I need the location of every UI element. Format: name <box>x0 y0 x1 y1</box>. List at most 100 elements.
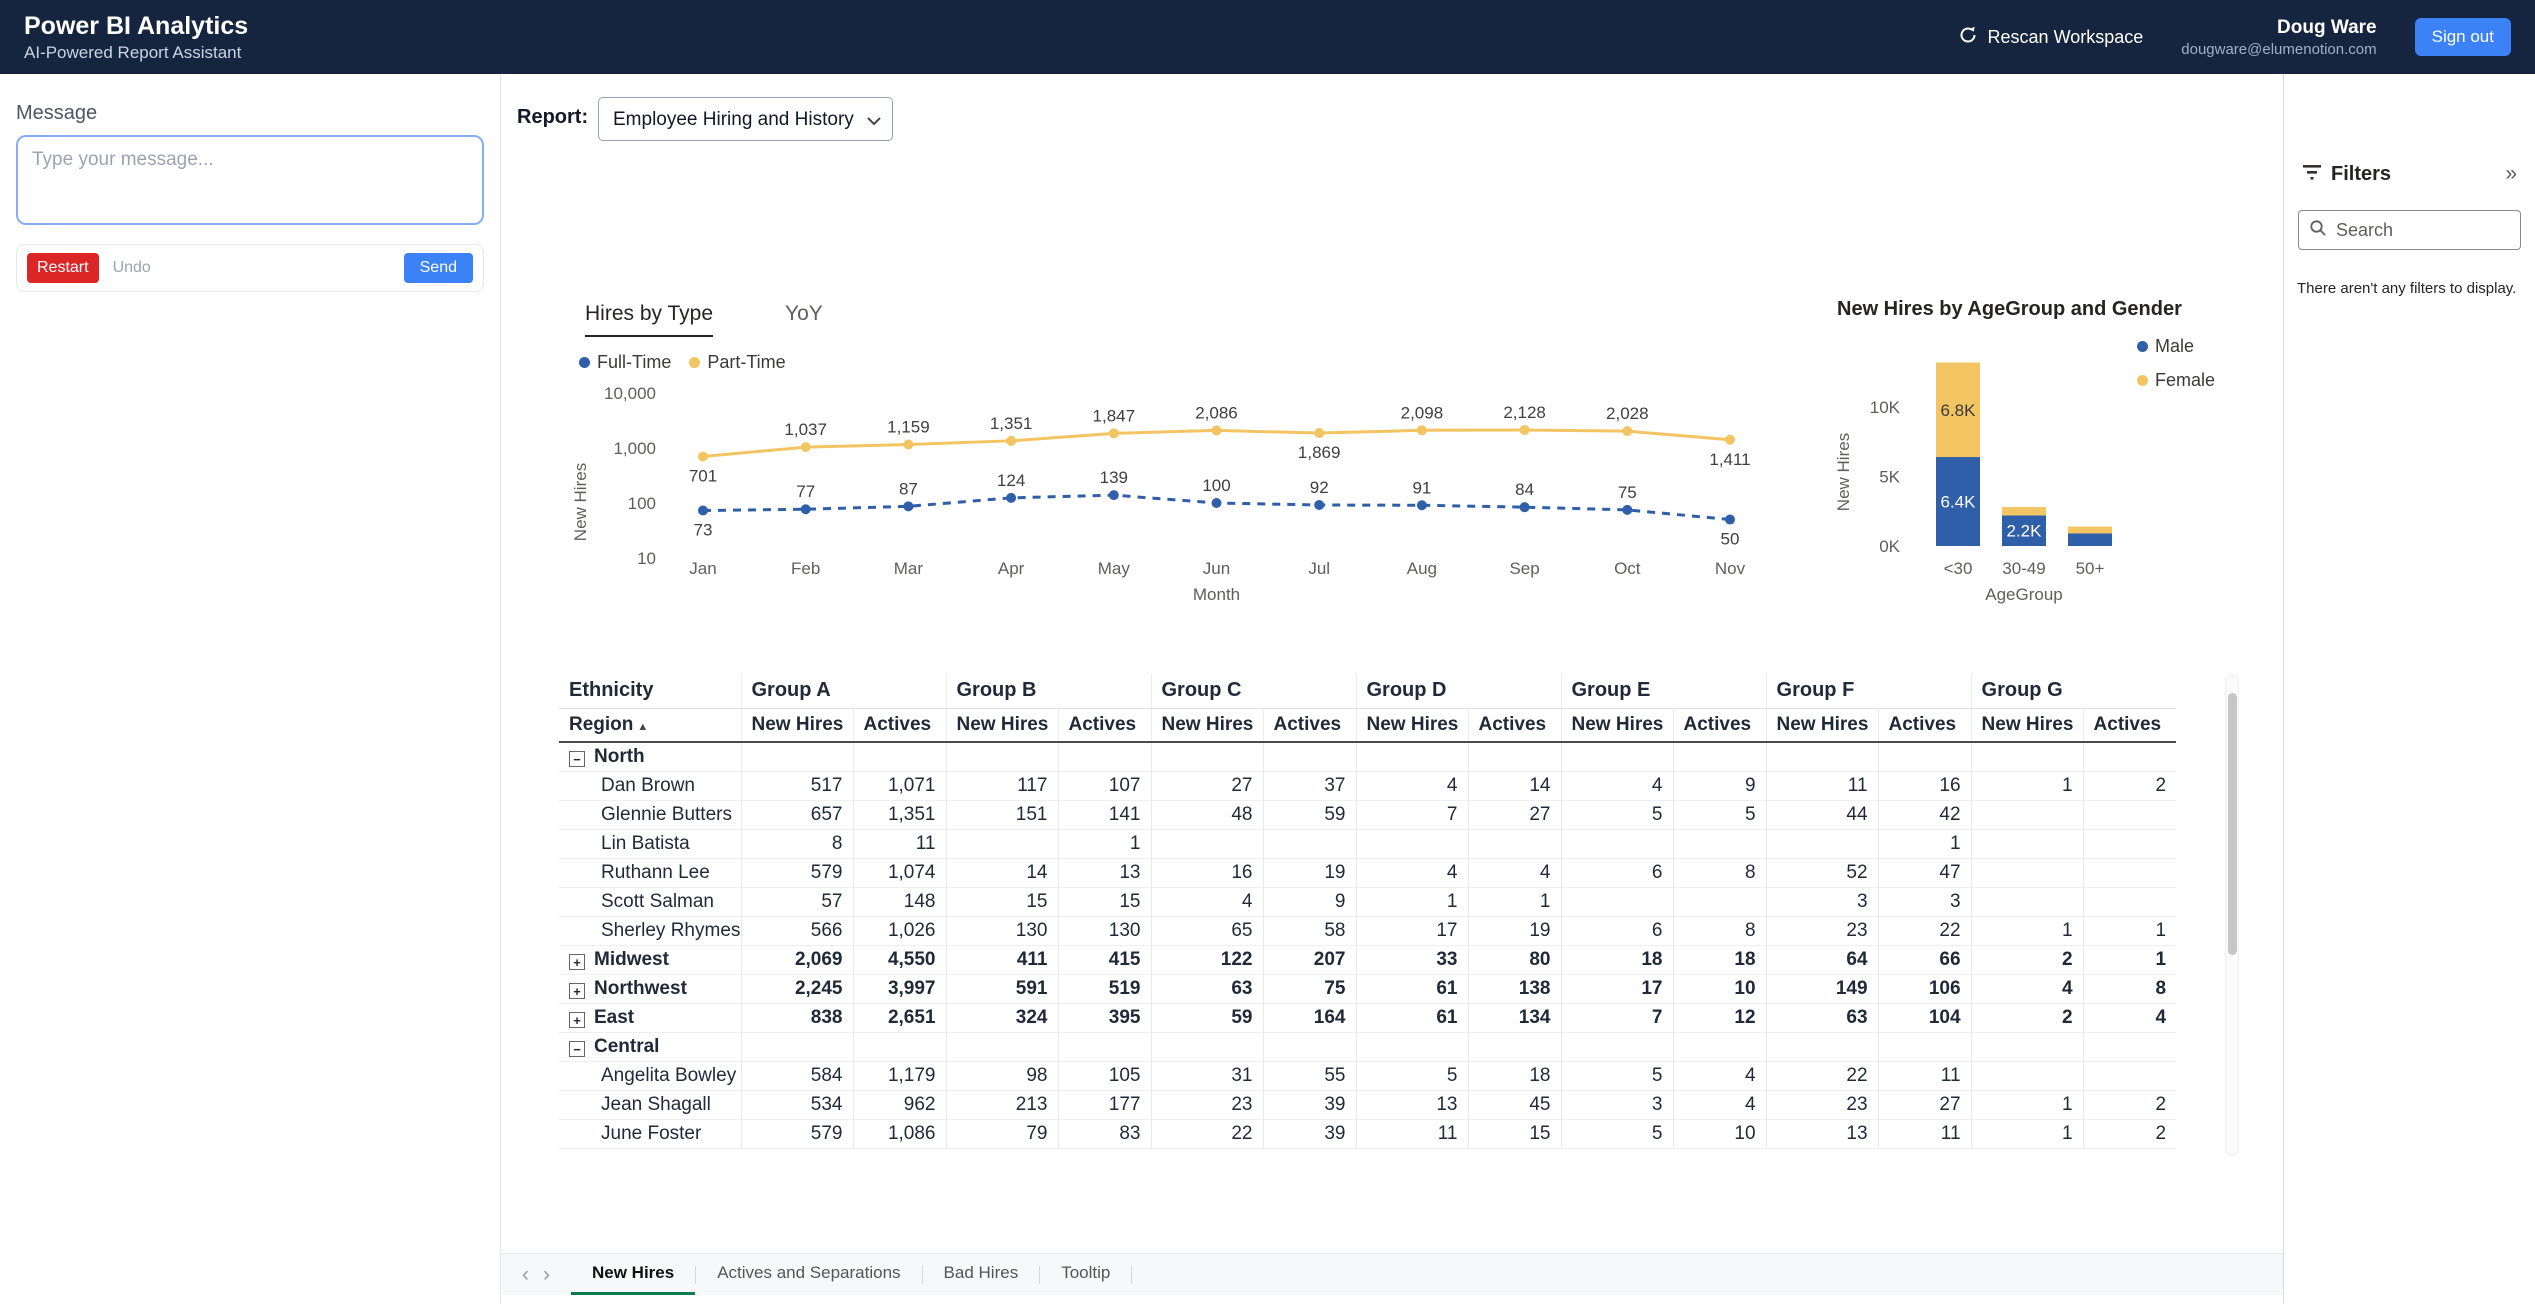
page-tab-new-hires[interactable]: New Hires <box>571 1254 695 1295</box>
data-label: 1,159 <box>887 417 930 436</box>
undo-button[interactable]: Undo <box>113 259 151 277</box>
table-cell: 75 <box>1263 974 1356 1003</box>
page-tab-tooltip[interactable]: Tooltip <box>1040 1254 1131 1295</box>
collapse-icon[interactable]: − <box>569 1041 585 1057</box>
data-point <box>903 439 913 449</box>
filters-collapse-icon[interactable]: » <box>2505 162 2517 186</box>
table-cell: 44 <box>1766 800 1878 829</box>
table-cell: 1 <box>1878 829 1971 858</box>
table-cell: 1 <box>2083 916 2176 945</box>
view-tab-yoy[interactable]: YoY <box>785 302 823 337</box>
table-cell: 10 <box>1673 974 1766 1003</box>
sort-ascending-icon: ▲ <box>637 721 648 733</box>
data-label: 2,086 <box>1195 403 1238 422</box>
table-cell: 2,651 <box>853 1003 946 1032</box>
row-label-dan-brown: Dan Brown <box>559 771 741 800</box>
table-cell: 6 <box>1561 916 1673 945</box>
legend-dot-icon <box>689 357 700 368</box>
table-cell: 4 <box>1468 858 1561 887</box>
table-scrollbar[interactable] <box>2225 674 2239 1156</box>
x-axis-tick-label: Jan <box>689 559 716 578</box>
table-cell <box>2083 800 2176 829</box>
data-label: 139 <box>1100 468 1128 487</box>
table-cell: 962 <box>853 1090 946 1119</box>
table-cell: 130 <box>1058 916 1151 945</box>
collapse-icon[interactable]: − <box>569 751 585 767</box>
table-cell: 17 <box>1561 974 1673 1003</box>
table-cell: 1,074 <box>853 858 946 887</box>
user-email: dougware@elumenotion.com <box>2181 41 2376 58</box>
table-cell <box>1151 1032 1263 1061</box>
table-row-sherley-rhymes: Sherley Rhymes5661,026130130655817196823… <box>559 916 2176 945</box>
table-cell: 411 <box>946 945 1058 974</box>
column-header-group-c: Group C <box>1151 674 1356 708</box>
value-header-group-a-new-hires: New Hires <box>741 708 853 742</box>
page-tab-bad-hires[interactable]: Bad Hires <box>923 1254 1040 1295</box>
page-tab-actives-and-separations[interactable]: Actives and Separations <box>696 1254 921 1295</box>
new-hires-by-agegroup-chart: 0K5K10KNew Hires<3030-4950+AgeGroup6.4K6… <box>1821 342 2281 612</box>
restart-button[interactable]: Restart <box>27 253 99 283</box>
table-cell <box>1971 1032 2083 1061</box>
table-cell: 1 <box>1468 887 1561 916</box>
rescan-workspace-button[interactable]: Rescan Workspace <box>1958 25 2144 50</box>
table-cell: 13 <box>1356 1090 1468 1119</box>
table-scrollbar-thumb[interactable] <box>2228 693 2237 955</box>
filters-search-input[interactable] <box>2336 220 2510 241</box>
table-cell: 80 <box>1468 945 1561 974</box>
expand-icon[interactable]: + <box>569 1012 585 1028</box>
table-cell: 8 <box>741 829 853 858</box>
table-cell <box>1878 742 1971 771</box>
table-cell: 1 <box>1971 1119 2083 1148</box>
data-label: 1,869 <box>1298 443 1341 462</box>
table-cell <box>2083 1061 2176 1090</box>
table-cell: 130 <box>946 916 1058 945</box>
message-actions: Restart Undo Send <box>16 244 484 292</box>
table-cell: 4 <box>1356 858 1468 887</box>
bar-segment-label: 6.8K <box>1941 401 1977 420</box>
expand-icon[interactable]: + <box>569 983 585 999</box>
report-select[interactable]: Employee Hiring and History <box>598 97 893 141</box>
filters-panel: Filters » There aren't any filters to di… <box>2283 74 2535 1304</box>
pages-prev-icon[interactable]: ‹ <box>515 1263 536 1287</box>
table-cell: 11 <box>1356 1119 1468 1148</box>
pages-next-icon[interactable]: › <box>536 1263 557 1287</box>
data-label: 1,847 <box>1093 406 1136 425</box>
table-cell: 2,245 <box>741 974 853 1003</box>
table-cell <box>1971 829 2083 858</box>
view-tab-hires-by-type[interactable]: Hires by Type <box>585 302 713 337</box>
table-cell: 27 <box>1151 771 1263 800</box>
send-button[interactable]: Send <box>404 253 473 283</box>
table-cell: 105 <box>1058 1061 1151 1090</box>
table-cell: 2 <box>2083 1090 2176 1119</box>
bar-segment-label: 6.4K <box>1941 493 1977 512</box>
table-cell: 11 <box>1878 1119 1971 1148</box>
table-cell <box>2083 858 2176 887</box>
data-point <box>1520 502 1530 512</box>
data-label: 2,098 <box>1401 403 1444 422</box>
table-cell <box>1971 800 2083 829</box>
table-cell: 141 <box>1058 800 1151 829</box>
value-header-group-b-actives: Actives <box>1058 708 1151 742</box>
table-cell <box>1971 742 2083 771</box>
data-point <box>1109 490 1119 500</box>
row-label-sherley-rhymes: Sherley Rhymes <box>559 916 741 945</box>
row-label-jean-shagall: Jean Shagall <box>559 1090 741 1119</box>
value-header-group-e-new-hires: New Hires <box>1561 708 1673 742</box>
table-cell: 57 <box>741 887 853 916</box>
table-cell <box>946 742 1058 771</box>
table-cell <box>1468 1032 1561 1061</box>
message-input[interactable] <box>16 135 484 225</box>
user-block: Doug Ware dougware@elumenotion.com <box>2181 17 2376 58</box>
value-header-group-b-new-hires: New Hires <box>946 708 1058 742</box>
report-label: Report: <box>517 106 588 129</box>
x-axis-title: AgeGroup <box>1985 585 2063 604</box>
table-cell <box>1561 829 1673 858</box>
table-cell: 104 <box>1878 1003 1971 1032</box>
table-cell: 4 <box>1356 771 1468 800</box>
expand-icon[interactable]: + <box>569 954 585 970</box>
row-label-lin-batista: Lin Batista <box>559 829 741 858</box>
bar-segment-label: 2.2K <box>2007 522 2043 541</box>
sign-out-button[interactable]: Sign out <box>2415 18 2511 56</box>
data-point <box>698 506 708 516</box>
table-cell: 59 <box>1263 800 1356 829</box>
